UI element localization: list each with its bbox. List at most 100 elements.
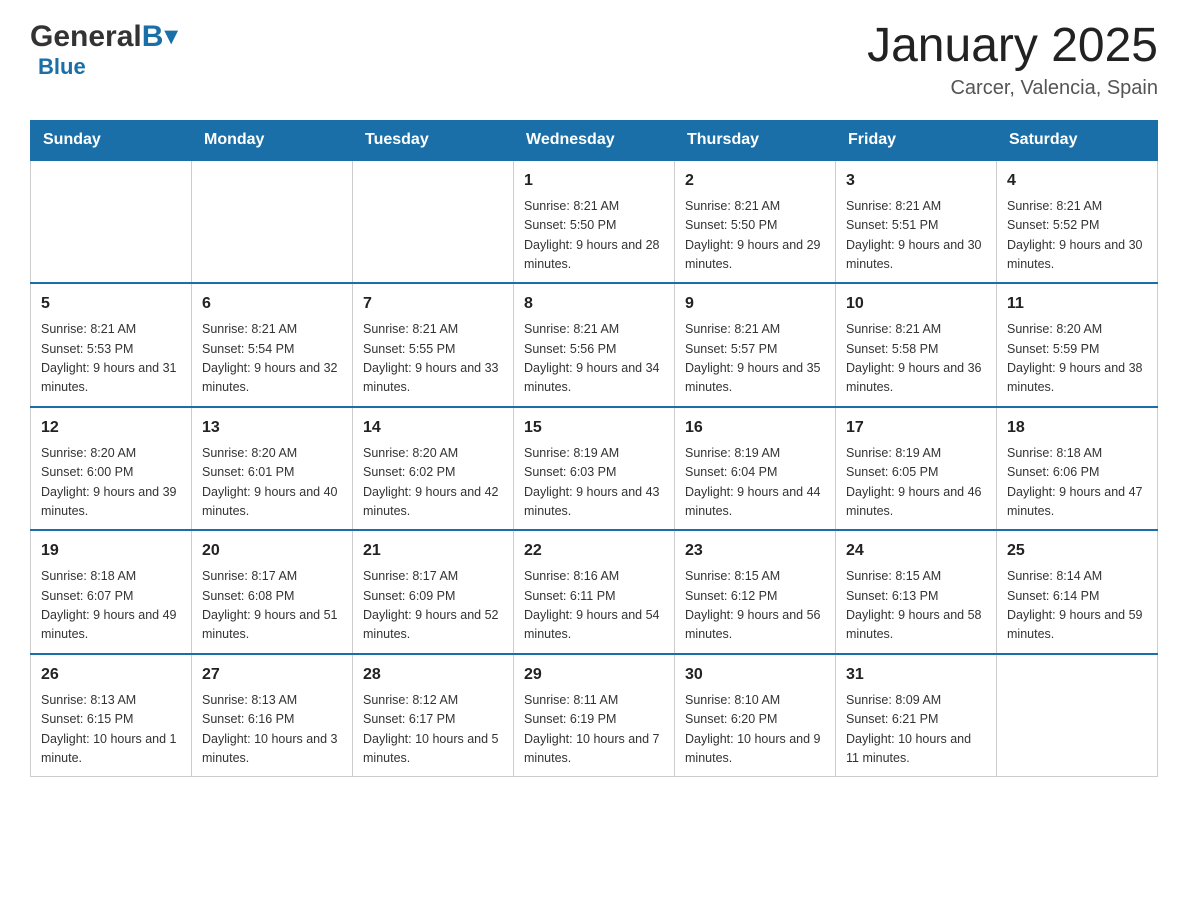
day-info: Sunrise: 8:13 AM Sunset: 6:16 PM Dayligh… bbox=[202, 691, 342, 769]
day-number: 6 bbox=[202, 292, 342, 316]
table-row: 28Sunrise: 8:12 AM Sunset: 6:17 PM Dayli… bbox=[353, 654, 514, 777]
table-row: 31Sunrise: 8:09 AM Sunset: 6:21 PM Dayli… bbox=[836, 654, 997, 777]
day-info: Sunrise: 8:20 AM Sunset: 5:59 PM Dayligh… bbox=[1007, 320, 1147, 398]
day-info: Sunrise: 8:20 AM Sunset: 6:00 PM Dayligh… bbox=[41, 444, 181, 522]
day-info: Sunrise: 8:10 AM Sunset: 6:20 PM Dayligh… bbox=[685, 691, 825, 769]
table-row: 30 Sunrise: 8:10 AM Sunset: 6:20 PM Dayli… bbox=[675, 654, 836, 777]
day-number: 22 bbox=[524, 539, 664, 563]
day-info: Sunrise: 8:12 AM Sunset: 6:17 PM Dayligh… bbox=[363, 691, 503, 769]
day-info: Sunrise: 8:20 AM Sunset: 6:02 PM Dayligh… bbox=[363, 444, 503, 522]
table-row bbox=[192, 160, 353, 284]
day-number: 5 bbox=[41, 292, 181, 316]
day-number: 2 bbox=[685, 169, 825, 193]
day-number: 10 bbox=[846, 292, 986, 316]
day-number: 21 bbox=[363, 539, 503, 563]
day-number: 14 bbox=[363, 416, 503, 440]
day-info: Sunrise: 8:20 AM Sunset: 6:01 PM Dayligh… bbox=[202, 444, 342, 522]
table-row: 26Sunrise: 8:13 AM Sunset: 6:15 PM Dayli… bbox=[31, 654, 192, 777]
day-info: Sunrise: 8:15 AM Sunset: 6:13 PM Dayligh… bbox=[846, 567, 986, 645]
calendar-table: Sunday Monday Tuesday Wednesday Thursday… bbox=[30, 120, 1158, 778]
day-info: Sunrise: 8:19 AM Sunset: 6:05 PM Dayligh… bbox=[846, 444, 986, 522]
day-number: 4 bbox=[1007, 169, 1147, 193]
day-number: 30 bbox=[685, 663, 825, 687]
day-info: Sunrise: 8:21 AM Sunset: 5:58 PM Dayligh… bbox=[846, 320, 986, 398]
header-sunday: Sunday bbox=[31, 120, 192, 160]
table-row: 13 Sunrise: 8:20 AM Sunset: 6:01 PM Dayli… bbox=[192, 407, 353, 531]
calendar-week-row: 1 Sunrise: 8:21 AM Sunset: 5:50 PM Daylig… bbox=[31, 160, 1158, 284]
table-row: 22 Sunrise: 8:16 AM Sunset: 6:11 PM Dayli… bbox=[514, 530, 675, 654]
day-info: Sunrise: 8:18 AM Sunset: 6:06 PM Dayligh… bbox=[1007, 444, 1147, 522]
day-number: 24 bbox=[846, 539, 986, 563]
day-number: 3 bbox=[846, 169, 986, 193]
table-row: 17 Sunrise: 8:19 AM Sunset: 6:05 PM Dayli… bbox=[836, 407, 997, 531]
day-number: 1 bbox=[524, 169, 664, 193]
calendar-week-row: 5 Sunrise: 8:21 AM Sunset: 5:53 PM Daylig… bbox=[31, 283, 1158, 407]
table-row: 3 Sunrise: 8:21 AM Sunset: 5:51 PM Daylig… bbox=[836, 160, 997, 284]
day-number: 7 bbox=[363, 292, 503, 316]
day-number: 9 bbox=[685, 292, 825, 316]
table-row: 8 Sunrise: 8:21 AM Sunset: 5:56 PM Daylig… bbox=[514, 283, 675, 407]
day-number: 18 bbox=[1007, 416, 1147, 440]
table-row: 1 Sunrise: 8:21 AM Sunset: 5:50 PM Daylig… bbox=[514, 160, 675, 284]
logo-blue-letter: B bbox=[142, 20, 164, 54]
day-info: Sunrise: 8:15 AM Sunset: 6:12 PM Dayligh… bbox=[685, 567, 825, 645]
day-info: Sunrise: 8:19 AM Sunset: 6:04 PM Dayligh… bbox=[685, 444, 825, 522]
table-row: 9 Sunrise: 8:21 AM Sunset: 5:57 PM Daylig… bbox=[675, 283, 836, 407]
day-info: Sunrise: 8:21 AM Sunset: 5:50 PM Dayligh… bbox=[524, 197, 664, 275]
day-number: 19 bbox=[41, 539, 181, 563]
day-info: Sunrise: 8:21 AM Sunset: 5:50 PM Dayligh… bbox=[685, 197, 825, 275]
day-info: Sunrise: 8:16 AM Sunset: 6:11 PM Dayligh… bbox=[524, 567, 664, 645]
day-number: 12 bbox=[41, 416, 181, 440]
calendar-week-row: 12 Sunrise: 8:20 AM Sunset: 6:00 PM Dayli… bbox=[31, 407, 1158, 531]
table-row: 11Sunrise: 8:20 AM Sunset: 5:59 PM Dayli… bbox=[997, 283, 1158, 407]
day-number: 23 bbox=[685, 539, 825, 563]
table-row: 5 Sunrise: 8:21 AM Sunset: 5:53 PM Daylig… bbox=[31, 283, 192, 407]
day-info: Sunrise: 8:21 AM Sunset: 5:53 PM Dayligh… bbox=[41, 320, 181, 398]
logo: GeneralB Blue bbox=[30, 20, 179, 80]
logo-triangle-icon bbox=[165, 27, 179, 48]
table-row: 27Sunrise: 8:13 AM Sunset: 6:16 PM Dayli… bbox=[192, 654, 353, 777]
table-row: 2 Sunrise: 8:21 AM Sunset: 5:50 PM Daylig… bbox=[675, 160, 836, 284]
day-info: Sunrise: 8:21 AM Sunset: 5:51 PM Dayligh… bbox=[846, 197, 986, 275]
day-info: Sunrise: 8:21 AM Sunset: 5:55 PM Dayligh… bbox=[363, 320, 503, 398]
title-block: January 2025 Carcer, Valencia, Spain bbox=[867, 20, 1158, 100]
day-info: Sunrise: 8:21 AM Sunset: 5:54 PM Dayligh… bbox=[202, 320, 342, 398]
table-row: 29Sunrise: 8:11 AM Sunset: 6:19 PM Dayli… bbox=[514, 654, 675, 777]
day-number: 17 bbox=[846, 416, 986, 440]
header-friday: Friday bbox=[836, 120, 997, 160]
location-text: Carcer, Valencia, Spain bbox=[867, 77, 1158, 100]
table-row: 24 Sunrise: 8:15 AM Sunset: 6:13 PM Dayli… bbox=[836, 530, 997, 654]
header-thursday: Thursday bbox=[675, 120, 836, 160]
day-number: 13 bbox=[202, 416, 342, 440]
table-row: 7 Sunrise: 8:21 AM Sunset: 5:55 PM Daylig… bbox=[353, 283, 514, 407]
table-row: 10 Sunrise: 8:21 AM Sunset: 5:58 PM Dayli… bbox=[836, 283, 997, 407]
day-number: 25 bbox=[1007, 539, 1147, 563]
table-row: 15 Sunrise: 8:19 AM Sunset: 6:03 PM Dayli… bbox=[514, 407, 675, 531]
day-number: 15 bbox=[524, 416, 664, 440]
day-number: 29 bbox=[524, 663, 664, 687]
day-info: Sunrise: 8:19 AM Sunset: 6:03 PM Dayligh… bbox=[524, 444, 664, 522]
day-info: Sunrise: 8:21 AM Sunset: 5:57 PM Dayligh… bbox=[685, 320, 825, 398]
day-info: Sunrise: 8:09 AM Sunset: 6:21 PM Dayligh… bbox=[846, 691, 986, 769]
day-number: 8 bbox=[524, 292, 664, 316]
table-row: 6 Sunrise: 8:21 AM Sunset: 5:54 PM Daylig… bbox=[192, 283, 353, 407]
table-row: 18 Sunrise: 8:18 AM Sunset: 6:06 PM Dayli… bbox=[997, 407, 1158, 531]
day-info: Sunrise: 8:17 AM Sunset: 6:09 PM Dayligh… bbox=[363, 567, 503, 645]
day-number: 16 bbox=[685, 416, 825, 440]
day-info: Sunrise: 8:17 AM Sunset: 6:08 PM Dayligh… bbox=[202, 567, 342, 645]
table-row bbox=[997, 654, 1158, 777]
header-saturday: Saturday bbox=[997, 120, 1158, 160]
table-row: 4 Sunrise: 8:21 AM Sunset: 5:52 PM Daylig… bbox=[997, 160, 1158, 284]
table-row: 23 Sunrise: 8:15 AM Sunset: 6:12 PM Dayli… bbox=[675, 530, 836, 654]
day-info: Sunrise: 8:13 AM Sunset: 6:15 PM Dayligh… bbox=[41, 691, 181, 769]
day-info: Sunrise: 8:14 AM Sunset: 6:14 PM Dayligh… bbox=[1007, 567, 1147, 645]
table-row: 21 Sunrise: 8:17 AM Sunset: 6:09 PM Dayli… bbox=[353, 530, 514, 654]
logo-blue-text: Blue bbox=[38, 54, 86, 79]
header-tuesday: Tuesday bbox=[353, 120, 514, 160]
header-wednesday: Wednesday bbox=[514, 120, 675, 160]
day-info: Sunrise: 8:21 AM Sunset: 5:56 PM Dayligh… bbox=[524, 320, 664, 398]
month-title: January 2025 bbox=[867, 20, 1158, 73]
table-row: 25 Sunrise: 8:14 AM Sunset: 6:14 PM Dayli… bbox=[997, 530, 1158, 654]
day-info: Sunrise: 8:21 AM Sunset: 5:52 PM Dayligh… bbox=[1007, 197, 1147, 275]
table-row: 19Sunrise: 8:18 AM Sunset: 6:07 PM Dayli… bbox=[31, 530, 192, 654]
